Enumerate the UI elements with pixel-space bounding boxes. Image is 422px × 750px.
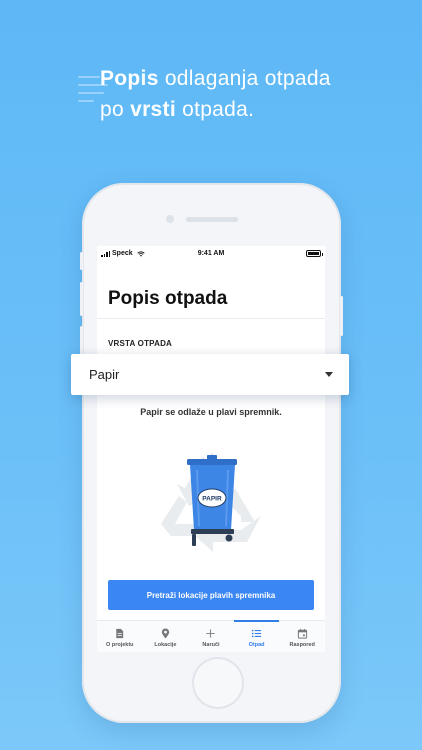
headline-text: odlaganja otpada <box>158 67 331 90</box>
waste-type-label: VRSTA OTPADA <box>108 339 173 348</box>
divider <box>97 318 325 319</box>
document-icon <box>116 628 124 639</box>
blue-bin-illustration: PAPIR <box>161 452 261 552</box>
status-bar: Speck 9:41 AM <box>97 246 325 262</box>
headline-text: otpada. <box>175 98 255 121</box>
tab-label: Lokacije <box>154 642 177 648</box>
tab-label: O projektu <box>106 642 134 648</box>
plus-icon <box>206 629 216 638</box>
headline-text: po <box>100 98 131 121</box>
headline-bold-word: vrsti <box>130 98 176 121</box>
tab-label: Otpad <box>248 642 265 648</box>
tab-label: Raspored <box>289 642 315 648</box>
page-title: Popis otpada <box>108 288 228 309</box>
chevron-down-icon <box>325 372 333 377</box>
search-locations-button[interactable]: Pretraži lokacije plavih spremnika <box>108 580 314 610</box>
tab-lokacije[interactable]: Lokacije <box>143 621 189 652</box>
tab-bar: O projektu Lokacije Naruči Otpad Raspore… <box>97 620 325 652</box>
headline-line-1: Popis odlaganja otpada <box>100 63 331 94</box>
tab-label: Naruči <box>202 642 220 648</box>
dropdown-selected-value: Papir <box>89 367 120 382</box>
tab-naruci[interactable]: Naruči <box>188 621 234 652</box>
location-pin-icon <box>161 628 170 639</box>
home-button <box>192 657 244 709</box>
tab-o-projektu[interactable]: O projektu <box>97 621 143 652</box>
disposal-info-text: Papir se odlaže u plavi spremnik. <box>140 407 282 417</box>
volume-up-button <box>80 282 83 316</box>
headline-bold-word: Popis <box>100 67 159 90</box>
power-button <box>340 296 343 336</box>
earpiece-speaker <box>186 217 238 222</box>
tab-otpad[interactable]: Otpad <box>233 620 280 652</box>
bin-label: PAPIR <box>202 496 222 503</box>
front-camera <box>166 215 174 223</box>
battery-fill <box>308 252 319 255</box>
headline: Popis odlaganja otpada po vrsti otpada. <box>100 63 331 125</box>
tab-raspored[interactable]: Raspored <box>279 621 325 652</box>
phone-screen: Speck 9:41 AM Popis otpada VRSTA OTPADA … <box>97 246 325 652</box>
battery-icon <box>306 250 323 257</box>
waste-type-dropdown[interactable]: Papir <box>71 354 349 395</box>
mute-switch <box>80 252 83 270</box>
status-time: 9:41 AM <box>197 250 225 257</box>
list-icon <box>251 629 262 638</box>
headline-line-2: po vrsti otpada. <box>100 94 331 125</box>
calendar-icon <box>297 628 307 639</box>
